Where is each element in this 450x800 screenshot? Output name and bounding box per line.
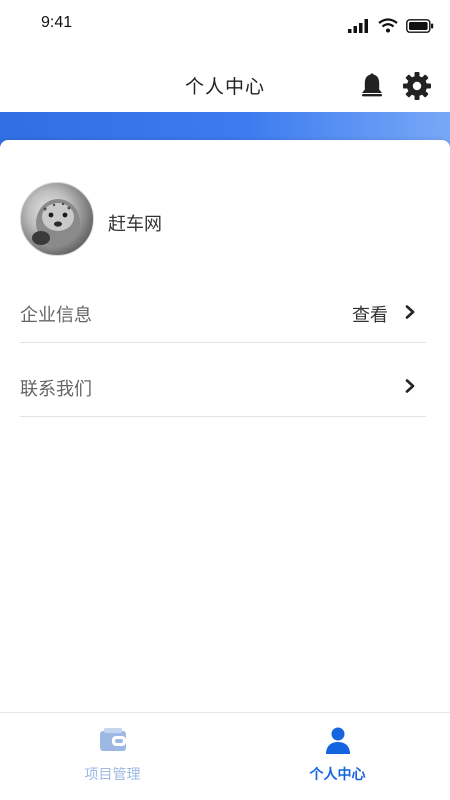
avatar-photo xyxy=(32,199,80,247)
status-bar: 9:41 xyxy=(0,0,450,50)
profile-card: 赶车网 企业信息 查看 联系我们 xyxy=(0,140,450,712)
screen: 9:41 个人中心 赶车网 企业信息 查看 联系我们 项目管理 个人中心 xyxy=(0,0,450,800)
status-icons xyxy=(348,18,434,33)
status-time: 9:41 xyxy=(41,14,73,31)
wallet-icon xyxy=(99,728,126,751)
chevron-right-icon xyxy=(405,379,415,393)
battery-icon xyxy=(406,18,434,33)
person-icon xyxy=(325,727,350,754)
menu-item-company-info[interactable]: 企业信息 查看 xyxy=(20,285,426,343)
wifi-icon xyxy=(378,18,398,33)
tab-label: 个人中心 xyxy=(309,767,366,783)
nav-header: 个人中心 xyxy=(0,56,450,112)
profile-name: 赶车网 xyxy=(108,214,162,235)
menu-item-value: 查看 xyxy=(352,305,388,326)
tab-project-management[interactable]: 项目管理 xyxy=(0,713,225,800)
menu-item-contact-us[interactable]: 联系我们 xyxy=(20,359,426,417)
signal-icon xyxy=(348,18,368,33)
menu-item-label: 联系我们 xyxy=(20,379,92,400)
bell-icon[interactable] xyxy=(358,72,386,100)
bottom-tab-bar: 项目管理 个人中心 xyxy=(0,712,450,800)
avatar[interactable] xyxy=(20,182,94,256)
gear-icon[interactable] xyxy=(402,71,432,101)
chevron-right-icon xyxy=(405,305,415,319)
tab-personal-center[interactable]: 个人中心 xyxy=(225,713,450,800)
tab-label: 项目管理 xyxy=(84,767,141,783)
menu-item-label: 企业信息 xyxy=(20,305,92,326)
